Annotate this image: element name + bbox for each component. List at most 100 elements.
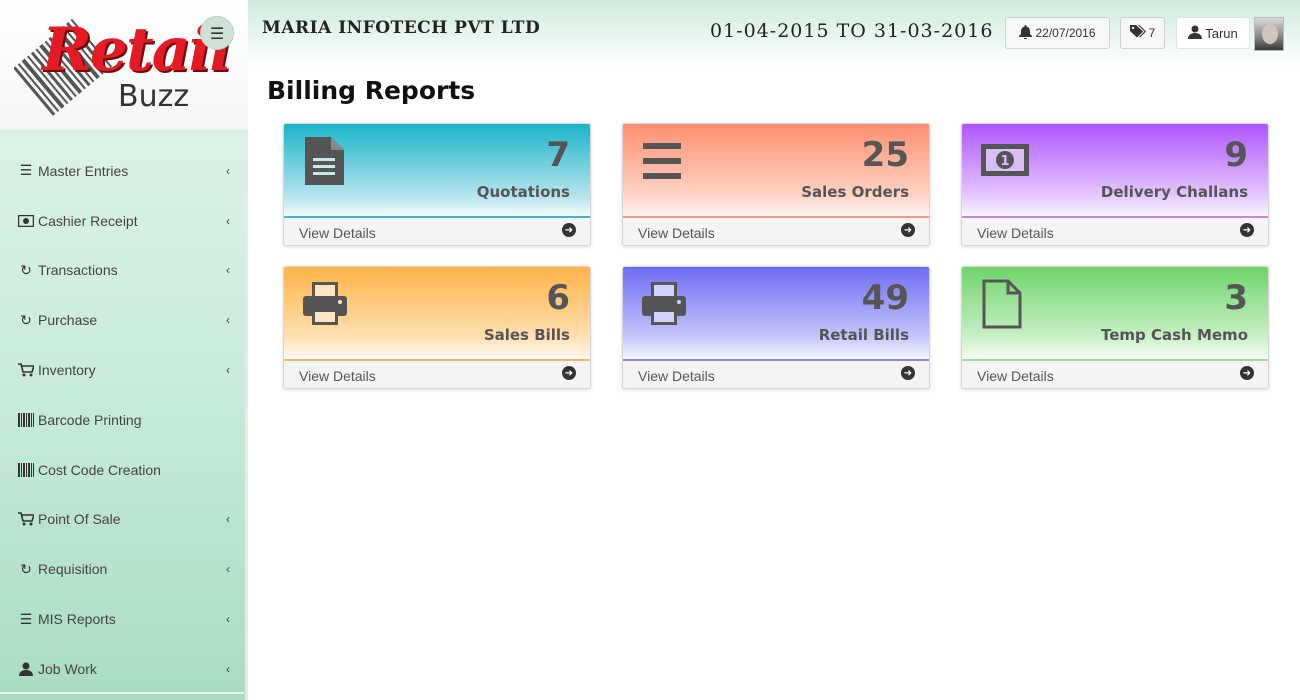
sidebar-item-label: Job Work [38, 660, 97, 677]
blank-file-icon [982, 279, 1022, 329]
bars-icon [643, 143, 681, 179]
bell-icon [1019, 24, 1033, 42]
sidebar-item-purchase[interactable]: ↻ Purchase ‹ [0, 295, 248, 345]
chevron-left-icon: ‹ [226, 363, 230, 378]
notification-date-label: 22/07/2016 [1035, 26, 1096, 40]
sidebar-item-cost-code-creation[interactable]: Cost Code Creation [0, 445, 248, 495]
card-count: 49 [861, 278, 909, 318]
list-icon: ☰ [19, 162, 33, 179]
sidebar-item-label: Inventory [38, 362, 96, 379]
card-delivery-challans: 1 9 Delivery Challans View Details ➜ [961, 123, 1269, 246]
chevron-left-icon: ‹ [226, 213, 230, 228]
card-count: 7 [546, 135, 570, 175]
card-count: 3 [1224, 278, 1248, 318]
financial-period: 01-04-2015 TO 31-03-2016 [710, 20, 994, 42]
barcode-icon [16, 462, 36, 477]
card-label: Sales Orders [801, 183, 909, 201]
view-details-link[interactable]: View Details ➜ [962, 216, 1268, 245]
sidebar-item-label: MIS Reports [38, 611, 116, 628]
printer-icon [642, 282, 686, 325]
card-label: Delivery Challans [1100, 183, 1248, 201]
user-name: Tarun [1205, 25, 1238, 41]
card-count: 9 [1224, 135, 1248, 175]
chevron-left-icon: ‹ [226, 661, 230, 676]
view-details-link[interactable]: View Details ➜ [284, 359, 590, 388]
card-label: Sales Bills [483, 326, 570, 344]
sidebar-item-job-work[interactable]: Job Work ‹ [0, 644, 248, 694]
sidebar-item-label: Barcode Printing [38, 411, 142, 428]
logo-buzz-text: Buzz [118, 79, 190, 114]
view-details-link[interactable]: View Details ➜ [623, 216, 929, 245]
refresh-icon: ↻ [20, 560, 32, 577]
document-icon [305, 137, 344, 185]
sidebar-item-label: Cashier Receipt [38, 212, 138, 229]
card-count: 25 [861, 135, 909, 175]
tags-button[interactable]: 7 [1120, 17, 1165, 49]
card-retail-bills: 49 Retail Bills View Details ➜ [622, 266, 930, 389]
avatar[interactable] [1254, 17, 1284, 51]
card-sales-orders: 25 Sales Orders View Details ➜ [622, 123, 930, 246]
chevron-left-icon: ‹ [226, 562, 230, 577]
list-icon: ☰ [19, 610, 33, 627]
view-details-label: View Details [299, 224, 376, 241]
user-icon [1188, 25, 1203, 42]
sidebar-item-requisition[interactable]: ↻ Requisition ‹ [0, 544, 248, 594]
svg-text:1: 1 [1000, 154, 1009, 169]
arrow-right-circle-icon: ➜ [1240, 366, 1254, 380]
chevron-left-icon: ‹ [226, 263, 230, 278]
sidebar-item-transactions[interactable]: ↻ Transactions ‹ [0, 246, 248, 296]
view-details-link[interactable]: View Details ➜ [284, 216, 590, 245]
view-details-link[interactable]: View Details ➜ [962, 359, 1268, 388]
card-label: Quotations [476, 183, 570, 201]
view-details-label: View Details [638, 224, 715, 241]
card-quotations: 7 Quotations View Details ➜ [283, 123, 591, 246]
page-title: Billing Reports [267, 76, 476, 105]
view-details-label: View Details [299, 367, 376, 384]
company-name: MARIA INFOTECH PVT LTD [262, 18, 541, 38]
sidebar-item-label: Transactions [38, 262, 118, 279]
chevron-left-icon: ‹ [226, 612, 230, 627]
arrow-right-circle-icon: ➜ [901, 366, 915, 380]
notification-date-button[interactable]: 22/07/2016 [1005, 17, 1110, 49]
sidebar-item-barcode-printing[interactable]: Barcode Printing [0, 395, 248, 445]
money-icon [16, 214, 36, 227]
arrow-right-circle-icon: ➜ [562, 223, 576, 237]
view-details-label: View Details [638, 367, 715, 384]
arrow-right-circle-icon: ➜ [1240, 223, 1254, 237]
arrow-right-circle-icon: ➜ [562, 366, 576, 380]
sidebar: Retail Buzz ☰ ☰ Master Entries ‹ Cashier… [0, 0, 248, 700]
arrow-right-circle-icon: ➜ [901, 223, 915, 237]
card-temp-cash-memo: 3 Temp Cash Memo View Details ➜ [961, 266, 1269, 389]
sidebar-item-mis-reports[interactable]: ☰ MIS Reports ‹ [0, 594, 248, 644]
printer-icon [303, 282, 347, 325]
sidebar-item-point-of-sale[interactable]: Point Of Sale ‹ [0, 495, 248, 545]
sidebar-item-label: Master Entries [38, 162, 129, 179]
barcode-icon [16, 412, 36, 427]
menu-toggle-button[interactable]: ☰ [200, 16, 234, 50]
top-header: MARIA INFOTECH PVT LTD 01-04-2015 TO 31-… [248, 0, 1300, 66]
chevron-left-icon: ‹ [226, 313, 230, 328]
sidebar-item-cashier-receipt[interactable]: Cashier Receipt ‹ [0, 196, 248, 246]
money-icon: 1 [981, 144, 1029, 176]
cart-icon [16, 363, 36, 377]
cart-icon [16, 512, 36, 526]
chevron-left-icon: ‹ [226, 163, 230, 178]
card-sales-bills: 6 Sales Bills View Details ➜ [283, 266, 591, 389]
sidebar-divider [0, 692, 244, 694]
sidebar-nav: ☰ Master Entries ‹ Cashier Receipt ‹ ↻ T… [0, 146, 248, 694]
card-label: Temp Cash Memo [1101, 326, 1248, 344]
refresh-icon: ↻ [20, 261, 32, 278]
sidebar-item-master-entries[interactable]: ☰ Master Entries ‹ [0, 146, 248, 196]
card-label: Retail Bills [818, 326, 909, 344]
sidebar-item-label: Requisition [38, 561, 108, 578]
card-count: 6 [546, 278, 570, 318]
sidebar-item-label: Cost Code Creation [38, 461, 161, 478]
tag-icon [1129, 25, 1146, 41]
hamburger-icon: ☰ [209, 23, 225, 43]
view-details-link[interactable]: View Details ➜ [623, 359, 929, 388]
chevron-left-icon: ‹ [226, 512, 230, 527]
user-menu-button[interactable]: Tarun [1176, 17, 1250, 49]
view-details-label: View Details [977, 367, 1054, 384]
view-details-label: View Details [977, 224, 1054, 241]
sidebar-item-inventory[interactable]: Inventory ‹ [0, 345, 248, 395]
